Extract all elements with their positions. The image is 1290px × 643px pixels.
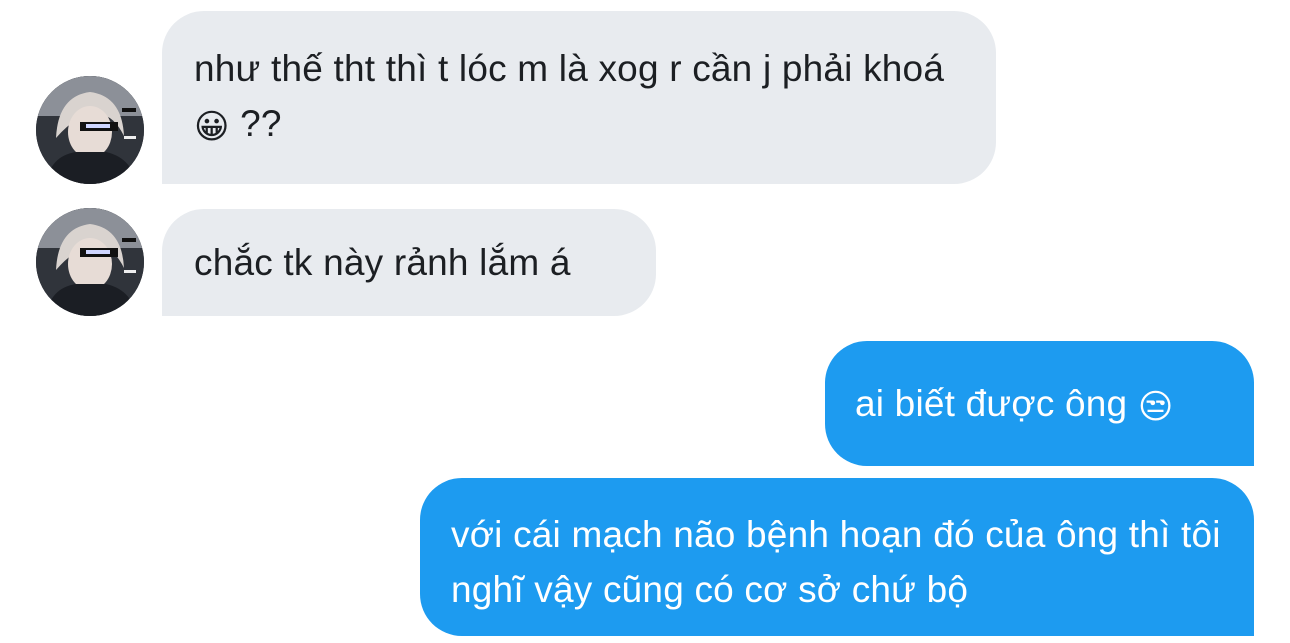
message-text: chắc tk này rảnh lắm á <box>194 242 571 283</box>
sender-avatar[interactable] <box>36 76 144 184</box>
grinning-face-emoji-icon: 😀 <box>194 107 230 147</box>
message-bubble-outgoing[interactable]: ai biết được ông 😒 <box>825 341 1254 466</box>
avatar-image <box>36 208 144 316</box>
message-bubble-incoming[interactable]: như thế tht thì t lóc m là xog r cần j p… <box>162 11 996 184</box>
message-text-suffix: ?? <box>229 103 282 144</box>
message-text: như thế tht thì t lóc m là xog r cần j p… <box>194 48 945 89</box>
message-text: với cái mạch não bệnh hoạn đó của ông th… <box>451 514 1221 610</box>
sender-avatar[interactable] <box>36 208 144 316</box>
message-bubble-outgoing[interactable]: với cái mạch não bệnh hoạn đó của ông th… <box>420 478 1254 636</box>
unamused-face-emoji-icon: 😒 <box>1137 387 1174 427</box>
message-bubble-incoming[interactable]: chắc tk này rảnh lắm á <box>162 209 656 316</box>
avatar-image <box>36 76 144 184</box>
message-text: ai biết được ông <box>855 383 1128 424</box>
